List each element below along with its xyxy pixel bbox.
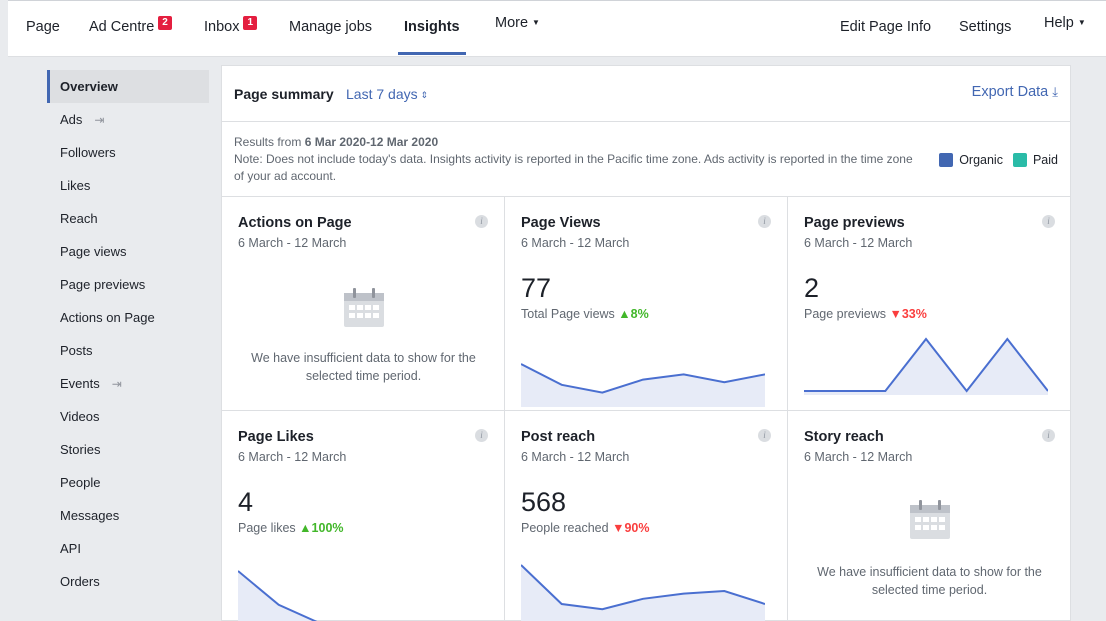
sidebar-item-posts[interactable]: Posts	[47, 334, 209, 367]
timezone-note: Note: Does not include today's data. Ins…	[234, 152, 913, 183]
nav-edit-page-info[interactable]: Edit Page Info	[840, 19, 931, 55]
chart-legend: Organic Paid	[929, 153, 1058, 167]
card-date-range: 6 March - 12 March	[521, 236, 630, 250]
card-post-reach[interactable]: Post reach 6 March - 12 March i 568 Peop…	[505, 411, 788, 621]
sidebar-item-overview[interactable]: Overview	[47, 70, 209, 103]
nav-insights[interactable]: Insights	[398, 19, 466, 55]
organic-swatch	[939, 153, 954, 167]
panel-header: Page summary Last 7 days ⇕ Export Data ⤓	[222, 66, 1070, 122]
nav-inbox[interactable]: Inbox 1	[204, 16, 258, 55]
card-date-range: 6 March - 12 March	[521, 450, 630, 464]
card-title: Page Views	[521, 215, 601, 231]
sparkline	[521, 564, 765, 621]
export-data-button[interactable]: Export Data ⤓	[972, 84, 1058, 100]
card-date-range: 6 March - 12 March	[804, 236, 913, 250]
nav-manage-jobs[interactable]: Manage jobs	[289, 19, 372, 55]
metric-label: People reached ▼90%	[521, 521, 650, 535]
caret-down-icon: ▼	[1077, 18, 1086, 27]
info-icon[interactable]: i	[758, 215, 771, 228]
inbox-badge: 1	[243, 16, 258, 30]
paid-swatch	[1012, 153, 1027, 167]
metric-value: 77	[521, 273, 552, 303]
sidebar-item-ads[interactable]: Ads ⇥	[47, 103, 209, 136]
external-link-icon: ⇥	[94, 113, 105, 127]
info-icon[interactable]: i	[475, 215, 488, 228]
card-date-range: 6 March - 12 March	[238, 236, 347, 250]
card-date-range: 6 March - 12 March	[238, 450, 347, 464]
sidebar-item-orders[interactable]: Orders	[47, 565, 209, 598]
card-page-views[interactable]: Page Views 6 March - 12 March i 77 Total…	[505, 197, 788, 411]
card-title: Actions on Page	[238, 215, 352, 231]
sparkline	[238, 570, 318, 621]
sidebar-item-followers[interactable]: Followers	[47, 136, 209, 169]
metric-label: Page likes ▲100%	[238, 521, 344, 535]
sidebar-item-page-views[interactable]: Page views	[47, 235, 209, 268]
nav-settings[interactable]: Settings	[959, 19, 1011, 55]
ad-centre-badge: 2	[158, 16, 172, 30]
sidebar-item-api[interactable]: API	[47, 532, 209, 565]
info-icon[interactable]: i	[758, 429, 771, 442]
download-icon: ⤓	[1052, 84, 1058, 99]
sidebar-item-reach[interactable]: Reach	[47, 202, 209, 235]
card-title: Story reach	[804, 429, 884, 445]
top-navigation: Page Ad Centre 2 Inbox 1 Manage jobs Insig…	[8, 0, 1106, 57]
calendar-icon	[344, 288, 384, 327]
sort-arrows-icon: ⇕	[420, 90, 429, 100]
card-title: Page previews	[804, 215, 905, 231]
sparkline-area	[238, 571, 315, 621]
card-page-previews[interactable]: Page previews 6 March - 12 March i 2 Pag…	[788, 197, 1071, 411]
sparkline-area	[521, 364, 765, 407]
card-page-likes[interactable]: Page Likes 6 March - 12 March i 4 Page l…	[222, 411, 505, 621]
metric-label: Page previews ▼33%	[804, 307, 927, 321]
nav-help[interactable]: Help ▼	[1044, 15, 1086, 51]
metric-label: Total Page views ▲8%	[521, 307, 649, 321]
card-story-reach[interactable]: Story reach 6 March - 12 March i We have…	[788, 411, 1071, 621]
nav-page[interactable]: Page	[26, 19, 60, 55]
page-summary-panel: Page summary Last 7 days ⇕ Export Data ⤓ R…	[221, 65, 1071, 621]
nav-more[interactable]: More ▼	[495, 15, 540, 51]
results-note: Results from 6 Mar 2020-12 Mar 2020 Note…	[234, 135, 913, 183]
metric-value: 2	[804, 273, 820, 303]
info-icon[interactable]: i	[1042, 215, 1055, 228]
legend-organic: Organic	[939, 153, 1003, 167]
insufficient-data-message: We have insufficient data to show for th…	[251, 351, 476, 383]
card-title: Page Likes	[238, 429, 314, 445]
card-actions-on-page[interactable]: Actions on Page 6 March - 12 March i We …	[222, 197, 505, 411]
metrics-grid: Actions on Page 6 March - 12 March i We …	[222, 196, 1071, 621]
delta-up: ▲8%	[618, 307, 649, 321]
caret-down-icon: ▼	[532, 18, 540, 27]
sparkline	[521, 363, 765, 407]
delta-up: ▲100%	[299, 521, 344, 535]
sparkline-area	[804, 339, 1048, 395]
sidebar-item-people[interactable]: People	[47, 466, 209, 499]
results-dates: 6 Mar 2020-12 Mar 2020	[304, 135, 439, 149]
delta-down: ▼90%	[612, 521, 650, 535]
sidebar-item-page-previews[interactable]: Page previews	[47, 268, 209, 301]
sidebar-item-events[interactable]: Events ⇥	[47, 367, 209, 400]
nav-ad-centre[interactable]: Ad Centre 2	[89, 16, 172, 55]
info-icon[interactable]: i	[475, 429, 488, 442]
metric-value: 4	[238, 487, 254, 517]
sparkline	[804, 337, 1048, 395]
insufficient-data-message: We have insufficient data to show for th…	[817, 565, 1042, 597]
page-summary-title: Page summary	[234, 86, 334, 102]
legend-paid: Paid	[1012, 153, 1058, 167]
delta-down: ▼33%	[889, 307, 927, 321]
metric-value: 568	[521, 487, 567, 517]
sidebar-item-stories[interactable]: Stories	[47, 433, 209, 466]
card-date-range: 6 March - 12 March	[804, 450, 913, 464]
sidebar-item-likes[interactable]: Likes	[47, 169, 209, 202]
card-title: Post reach	[521, 429, 596, 445]
date-range-selector[interactable]: Last 7 days ⇕	[346, 86, 428, 102]
calendar-icon	[910, 500, 950, 539]
sidebar-item-messages[interactable]: Messages	[47, 499, 209, 532]
insights-sidebar: Overview Ads ⇥ Followers Likes Reach Page…	[47, 70, 209, 598]
info-icon[interactable]: i	[1042, 429, 1055, 442]
external-link-icon: ⇥	[111, 377, 122, 391]
sidebar-item-videos[interactable]: Videos	[47, 400, 209, 433]
sidebar-item-actions-on-page[interactable]: Actions on Page	[47, 301, 209, 334]
